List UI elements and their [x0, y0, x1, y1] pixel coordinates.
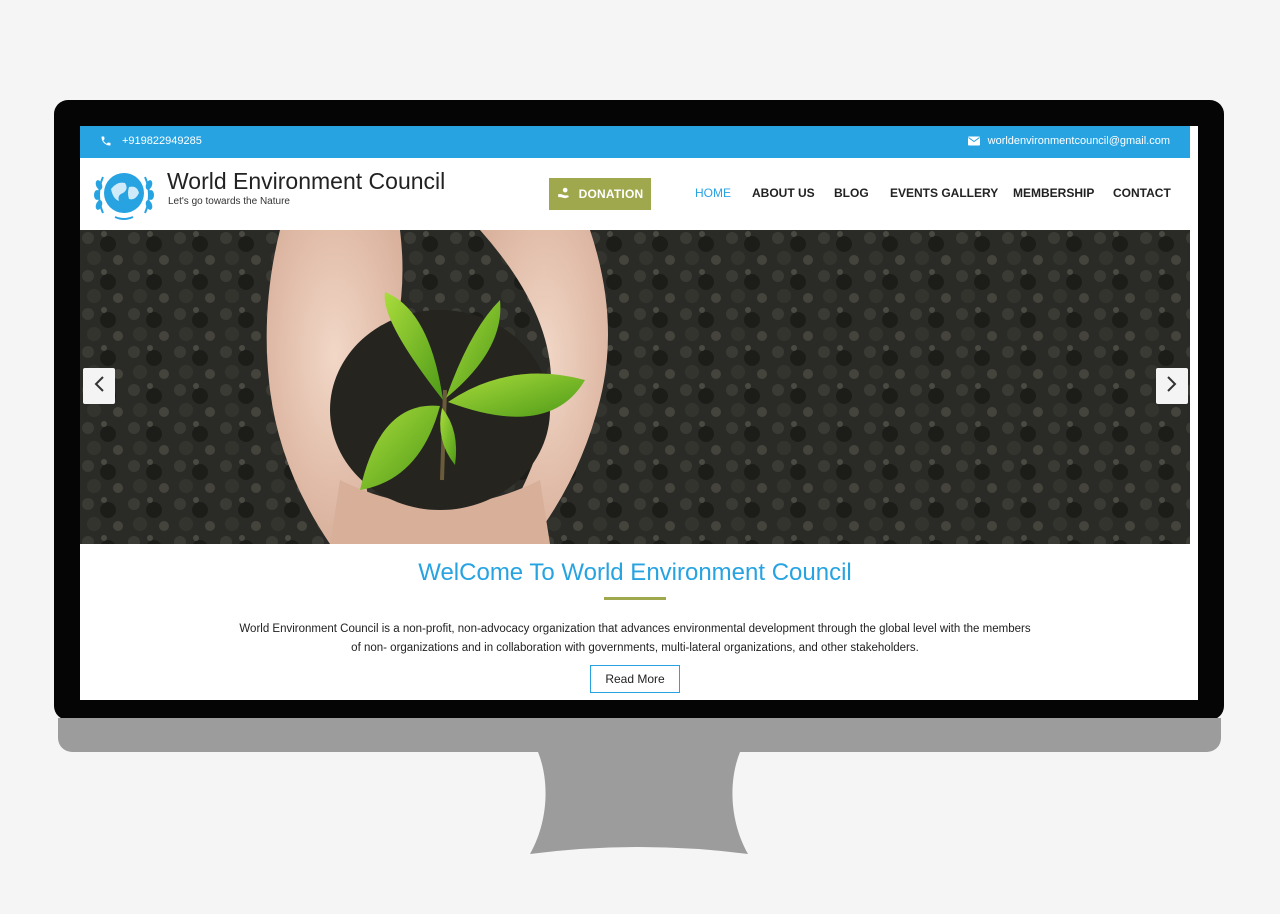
- carousel-prev-button[interactable]: [83, 368, 115, 404]
- envelope-icon: [967, 136, 980, 146]
- nav-membership[interactable]: MEMBERSHIP: [1013, 186, 1094, 200]
- title-divider: [604, 597, 666, 600]
- site-tagline: Let's go towards the Nature: [168, 196, 290, 207]
- carousel-next-button[interactable]: [1156, 368, 1188, 404]
- donation-button[interactable]: DONATION: [549, 178, 651, 210]
- monitor-stand: [530, 752, 748, 854]
- phone-number: +919822949285: [122, 135, 202, 147]
- nav-blog[interactable]: BLOG: [834, 186, 869, 200]
- hero-slider: [80, 230, 1190, 544]
- welcome-title: WelCome To World Environment Council: [418, 559, 852, 586]
- read-more-button[interactable]: Read More: [590, 665, 680, 693]
- site-header: World Environment Council Let's go towar…: [80, 158, 1190, 230]
- donation-label: DONATION: [578, 187, 644, 201]
- welcome-line-2: of non- organizations and in collaborati…: [351, 642, 919, 654]
- hero-image-hands-seedling: [80, 230, 1190, 544]
- email-address: worldenvironmentcouncil@gmail.com: [987, 135, 1170, 147]
- donate-hand-icon: [557, 187, 571, 202]
- welcome-line-1: World Environment Council is a non-profi…: [239, 623, 1031, 635]
- phone-icon: [100, 135, 112, 147]
- nav-about-us[interactable]: ABOUT US: [752, 186, 815, 200]
- phone-contact[interactable]: +919822949285: [100, 135, 202, 147]
- monitor-chin: [58, 718, 1221, 752]
- browser-screen: +919822949285 worldenvironmentcouncil@gm…: [80, 126, 1198, 700]
- top-contact-bar: +919822949285 worldenvironmentcouncil@gm…: [80, 126, 1190, 158]
- email-contact[interactable]: worldenvironmentcouncil@gmail.com: [967, 135, 1170, 147]
- welcome-description: World Environment Council is a non-profi…: [190, 620, 1080, 658]
- chevron-right-icon: [1166, 375, 1178, 398]
- chevron-left-icon: [93, 375, 105, 398]
- council-logo[interactable]: [93, 163, 155, 225]
- nav-home[interactable]: HOME: [695, 186, 731, 200]
- site-title[interactable]: World Environment Council: [167, 168, 445, 195]
- nav-events-gallery[interactable]: EVENTS GALLERY: [890, 186, 998, 200]
- nav-contact[interactable]: CONTACT: [1113, 186, 1171, 200]
